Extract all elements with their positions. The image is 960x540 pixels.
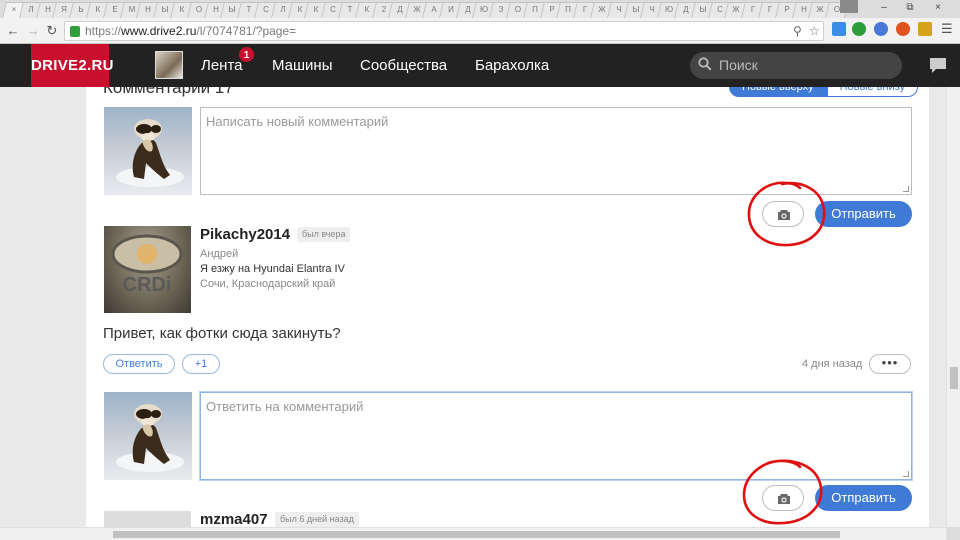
reply-comment-field[interactable]: Ответить на комментарий: [200, 392, 912, 480]
forward-arrow-icon[interactable]: →: [24, 22, 42, 40]
sort-newest-bottom[interactable]: Новые внизу: [826, 87, 919, 97]
comments-card: Комментарии 17 Новые вверху Новые внизу …: [86, 87, 929, 527]
vertical-scroll-thumb[interactable]: [950, 367, 958, 389]
nav-communities[interactable]: Сообщества: [360, 44, 447, 87]
next-comment-username[interactable]: mzma407: [200, 511, 268, 527]
messages-icon[interactable]: [928, 56, 948, 74]
comment-time: 4 дня назад: [802, 358, 863, 370]
minimize-button[interactable]: –: [871, 0, 897, 16]
comment-text: Привет, как фотки сюда закинуть?: [103, 325, 341, 342]
site-header: DRIVE2.RU Лента Машины Сообщества Барахо…: [0, 44, 960, 87]
url-text: https://www.drive2.ru/l/7074781/?page=: [85, 24, 297, 38]
maximize-button[interactable]: ⧉: [897, 0, 923, 16]
reply-attach-photo-button[interactable]: [762, 485, 804, 511]
ferret-image: [116, 119, 184, 187]
browser-toolbar: ← → ↻ https://www.drive2.ru/l/7074781/?p…: [0, 18, 960, 44]
notification-badge: 1: [238, 46, 255, 63]
nav-cars[interactable]: Машины: [272, 44, 332, 87]
lock-icon: [70, 26, 80, 37]
car-badge-text: CRDi: [123, 274, 172, 296]
comments-title: Комментарии 17: [103, 87, 234, 97]
user-profile-icon[interactable]: [840, 0, 858, 13]
nav-marketplace[interactable]: Барахолка: [475, 44, 549, 87]
last-seen-badge: был вчера: [297, 227, 351, 242]
commenter-car[interactable]: Я езжу на Hyundai Elantra IV: [200, 263, 345, 275]
next-last-seen-badge: был 6 дней назад: [275, 512, 359, 527]
zoom-icon[interactable]: ⚲: [793, 24, 802, 38]
more-actions-button[interactable]: •••: [869, 354, 911, 374]
search-icon: [698, 57, 712, 71]
extension-sync-icon[interactable]: [874, 22, 888, 36]
nav-feed[interactable]: Лента: [201, 44, 243, 87]
new-comment-field[interactable]: Написать новый комментарий: [200, 107, 912, 195]
car-detail-image: CRDi: [111, 234, 183, 296]
search-placeholder: Поиск: [719, 57, 758, 73]
reply-resize-handle[interactable]: [903, 471, 909, 477]
camera-icon: [778, 210, 790, 220]
next-commenter-photo[interactable]: [104, 511, 191, 527]
vertical-scrollbar[interactable]: [946, 87, 960, 527]
reply-button[interactable]: Ответить: [103, 354, 175, 374]
close-window-button[interactable]: ×: [925, 0, 951, 16]
reload-icon[interactable]: ↻: [43, 22, 61, 40]
horizontal-scroll-thumb[interactable]: [113, 531, 840, 538]
reply-avatar: [104, 392, 192, 480]
back-arrow-icon[interactable]: ←: [4, 22, 22, 40]
address-bar[interactable]: https://www.drive2.ru/l/7074781/?page= ⚲…: [64, 21, 824, 41]
browser-tab-strip: × Л Н Я Ь К Е М Н Ы К О Н Ы Т С Л К К С Т К 2 Д Ж А И Д Ю З О П Р П Г Ж Ч Ы Ч Ю…: [0, 0, 960, 18]
send-comment-button[interactable]: Отправить: [815, 201, 912, 227]
send-reply-button[interactable]: Отправить: [815, 485, 912, 511]
extension-bird-icon[interactable]: [832, 22, 846, 36]
comment-username[interactable]: Pikachy2014: [200, 226, 290, 243]
search-input[interactable]: Поиск: [690, 52, 902, 79]
camera-icon: [778, 494, 790, 504]
page-viewport: Комментарии 17 Новые вверху Новые внизу …: [0, 87, 946, 527]
browser-menu-icon[interactable]: ☰: [941, 22, 953, 36]
horizontal-scrollbar[interactable]: [0, 527, 946, 540]
site-logo[interactable]: DRIVE2.RU: [31, 44, 113, 87]
my-avatar: [104, 107, 192, 195]
sort-toggle: Новые вверху Новые внизу: [729, 87, 919, 97]
resize-handle[interactable]: [903, 186, 909, 192]
sort-newest-top[interactable]: Новые вверху: [729, 87, 827, 97]
extension-globe-icon[interactable]: [852, 22, 866, 36]
commenter-name: Андрей: [200, 248, 239, 260]
bookmark-star-icon[interactable]: ☆: [809, 24, 820, 38]
commenter-location: Сочи, Краснодарский край: [200, 278, 336, 290]
scrollbar-corner: [946, 527, 960, 540]
ferret-image: [116, 404, 184, 472]
extension-flame-icon[interactable]: [896, 22, 910, 36]
extension-box-icon[interactable]: [918, 22, 932, 36]
like-button[interactable]: +1: [182, 354, 220, 374]
attach-photo-button[interactable]: [762, 201, 804, 227]
header-avatar[interactable]: [155, 51, 183, 79]
commenter-photo[interactable]: CRDi: [104, 226, 191, 313]
